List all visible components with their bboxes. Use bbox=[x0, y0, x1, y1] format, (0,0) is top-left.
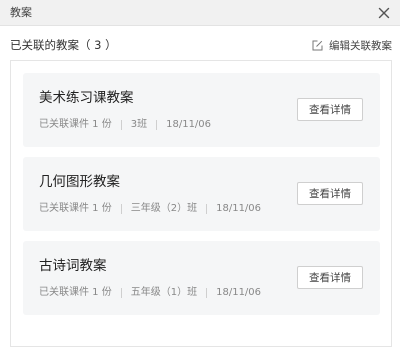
date: 18/11/06 bbox=[216, 203, 262, 214]
lesson-plan-meta: 已关联课件 1 份 3班 18/11/06 bbox=[39, 119, 211, 131]
divider bbox=[120, 204, 122, 214]
divider bbox=[206, 288, 208, 298]
lesson-plan-name: 几何图形教案 bbox=[39, 174, 120, 190]
lesson-plan-name: 古诗词教案 bbox=[39, 258, 107, 274]
edit-icon bbox=[312, 40, 323, 50]
lesson-plan-card: 古诗词教案 已关联课件 1 份 五年级（1）班 18/11/06 查看详情 bbox=[23, 241, 380, 315]
close-icon bbox=[378, 7, 390, 19]
subheader: 已关联的教案（ 3 ） 编辑关联教案 bbox=[10, 36, 392, 54]
courseware-count: 已关联课件 1 份 bbox=[39, 203, 112, 214]
view-details-button[interactable]: 查看详情 bbox=[297, 182, 363, 205]
view-details-button[interactable]: 查看详情 bbox=[297, 266, 363, 289]
view-details-button[interactable]: 查看详情 bbox=[297, 98, 363, 121]
title-bar: 教案 bbox=[0, 0, 400, 26]
linked-count-label: 已关联的教案（ 3 ） bbox=[10, 38, 117, 52]
edit-linked-plans-label: 编辑关联教案 bbox=[329, 39, 392, 52]
close-button[interactable] bbox=[374, 3, 394, 23]
date: 18/11/06 bbox=[166, 119, 212, 130]
divider bbox=[206, 204, 208, 214]
class-name: 三年级（2）班 bbox=[130, 203, 198, 214]
lesson-plan-card: 美术练习课教案 已关联课件 1 份 3班 18/11/06 查看详情 bbox=[23, 73, 380, 147]
lesson-plan-list: 美术练习课教案 已关联课件 1 份 3班 18/11/06 查看详情 几何图形教… bbox=[10, 60, 392, 347]
dialog-title: 教案 bbox=[10, 6, 32, 19]
courseware-count: 已关联课件 1 份 bbox=[39, 287, 112, 298]
courseware-count: 已关联课件 1 份 bbox=[39, 119, 112, 130]
class-name: 3班 bbox=[130, 119, 148, 130]
lesson-plan-meta: 已关联课件 1 份 五年级（1）班 18/11/06 bbox=[39, 287, 261, 299]
divider bbox=[156, 120, 158, 130]
divider bbox=[120, 120, 122, 130]
edit-linked-plans-button[interactable]: 编辑关联教案 bbox=[312, 37, 392, 53]
date: 18/11/06 bbox=[216, 287, 262, 298]
lesson-plan-card: 几何图形教案 已关联课件 1 份 三年级（2）班 18/11/06 查看详情 bbox=[23, 157, 380, 231]
divider bbox=[120, 288, 122, 298]
lesson-plan-meta: 已关联课件 1 份 三年级（2）班 18/11/06 bbox=[39, 203, 261, 215]
lesson-plan-name: 美术练习课教案 bbox=[39, 90, 134, 106]
class-name: 五年级（1）班 bbox=[130, 287, 198, 298]
